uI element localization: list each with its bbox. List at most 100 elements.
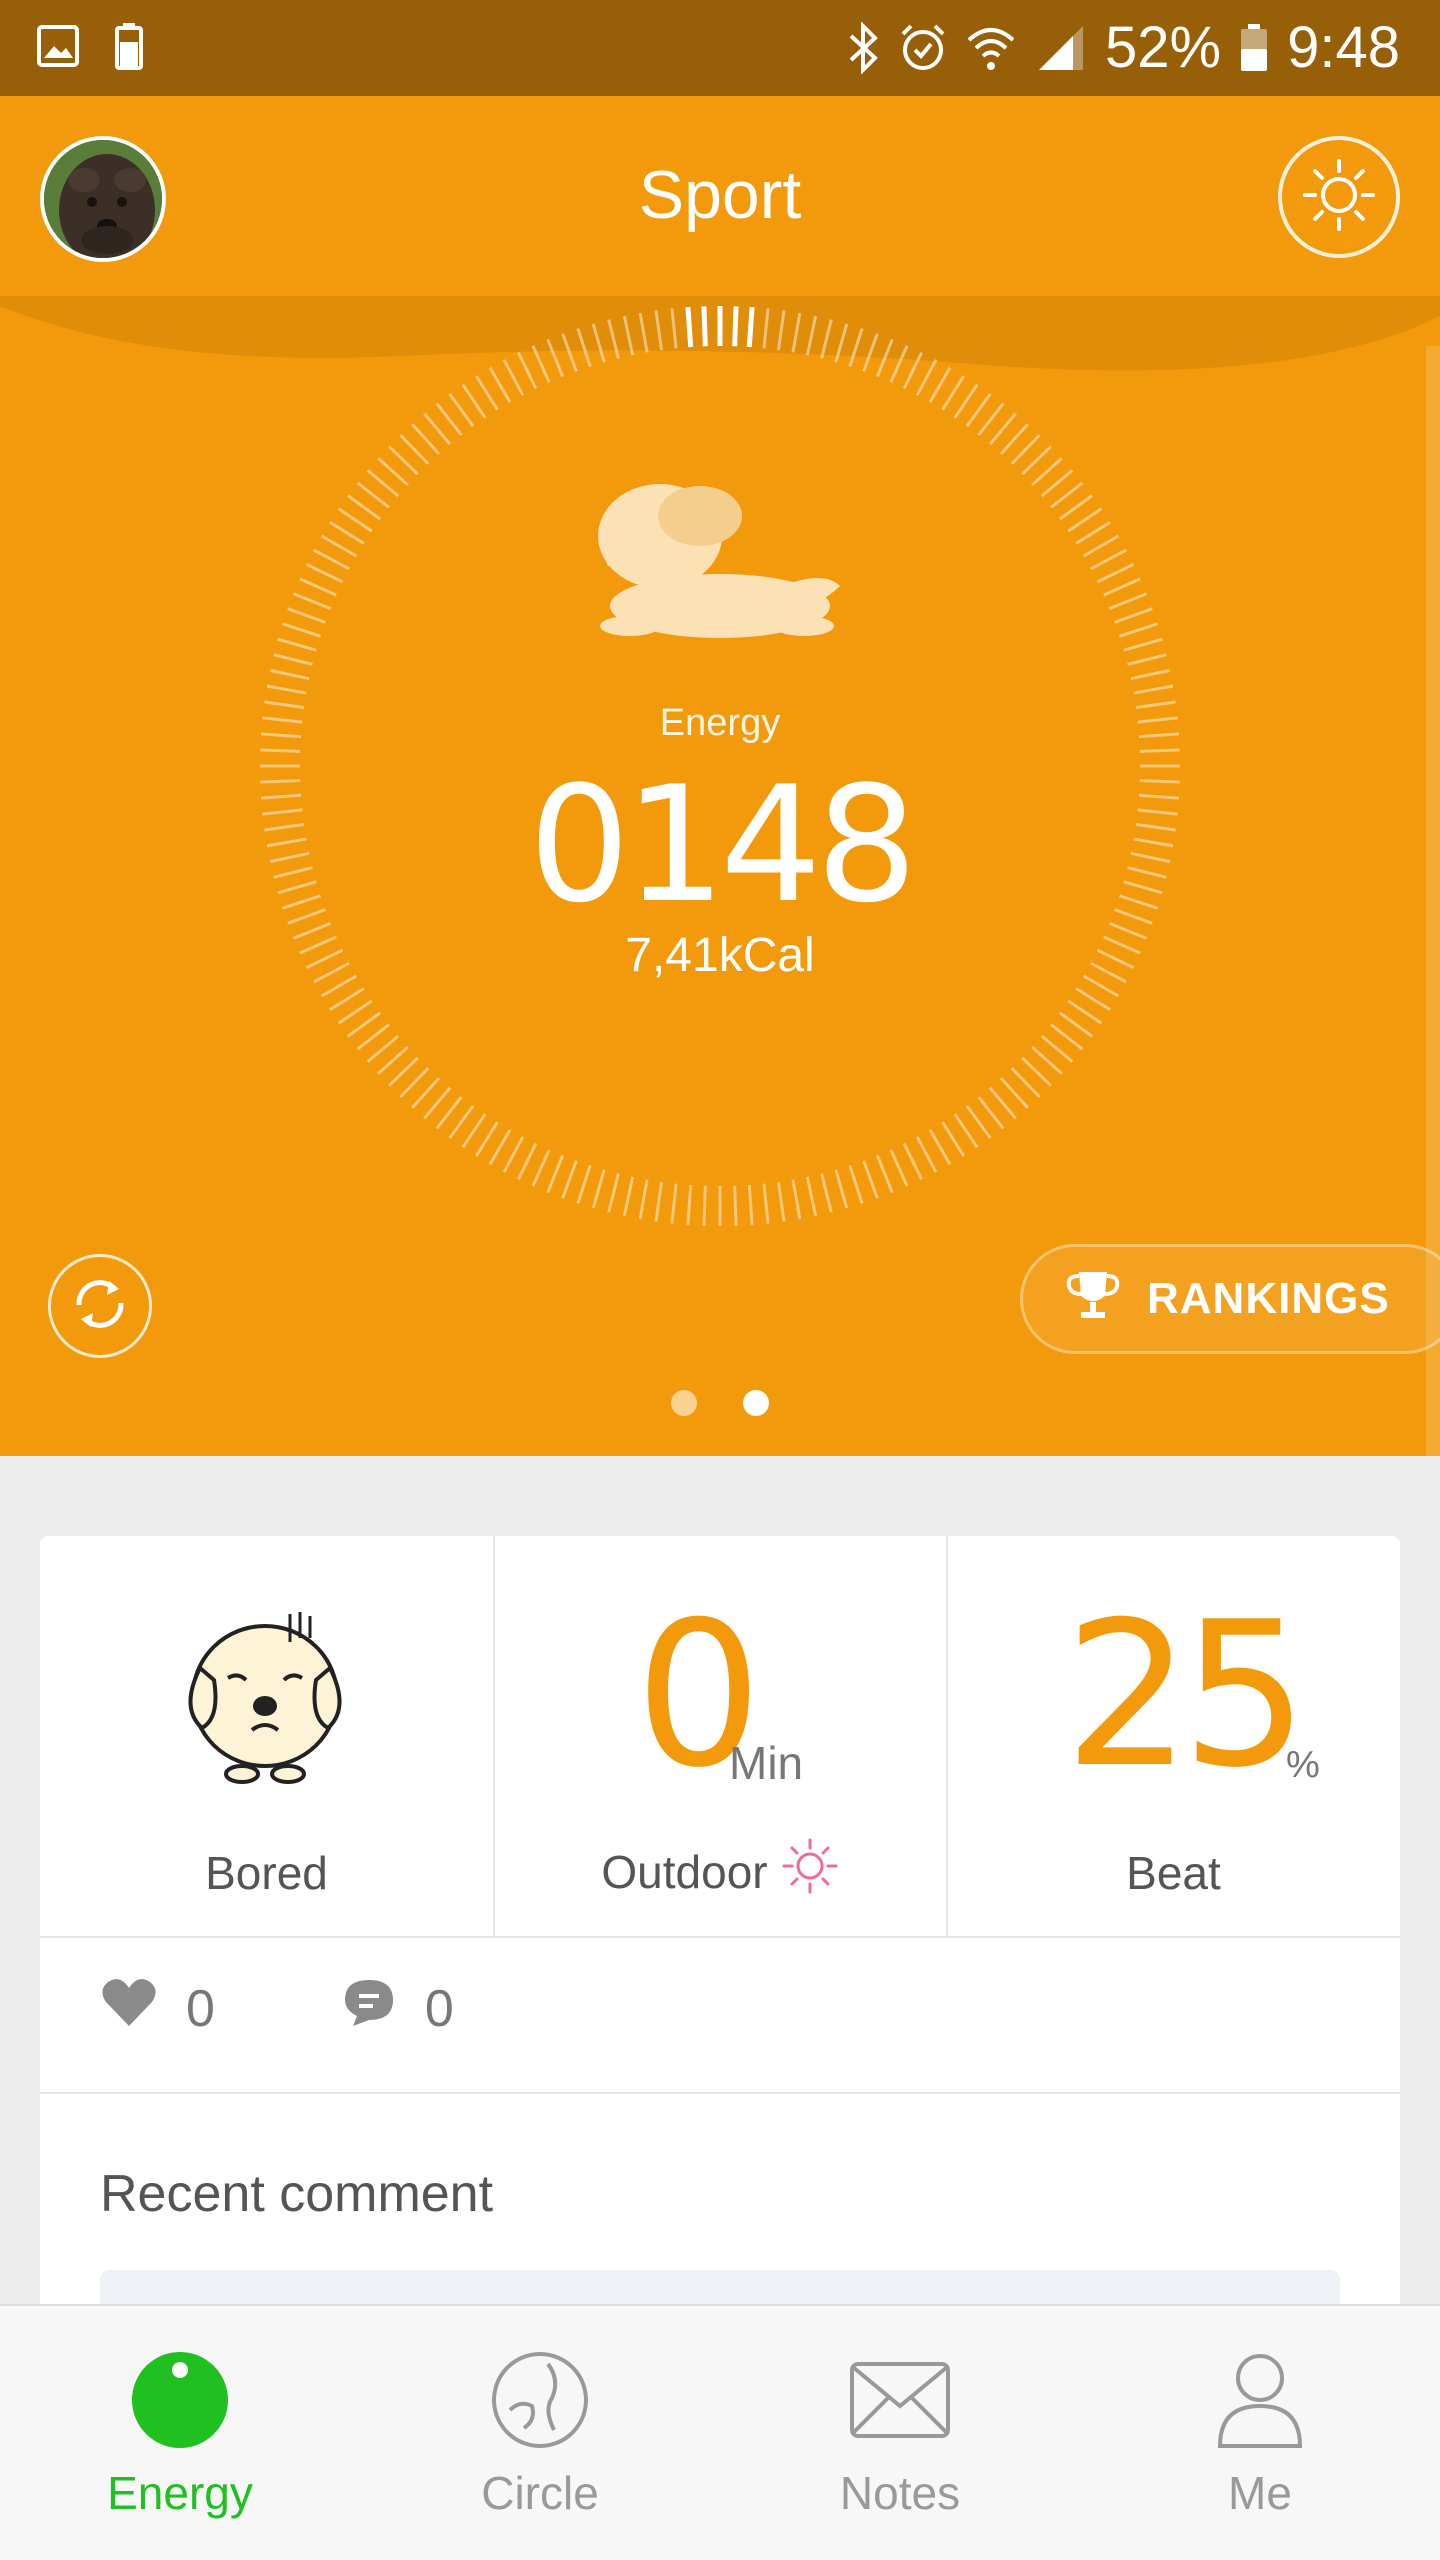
ring-tick — [805, 1176, 818, 1217]
nav-circle[interactable]: Circle — [360, 2306, 720, 2560]
ring-tick — [928, 366, 952, 404]
ring-tick — [977, 1096, 1005, 1130]
ring-tick — [1082, 534, 1120, 558]
ring-tick — [791, 1179, 802, 1220]
ring-tick — [607, 319, 620, 359]
ring-tick — [953, 1113, 979, 1149]
ring-tick — [591, 1169, 606, 1209]
ring-tick — [329, 520, 365, 545]
ring-tick — [889, 345, 909, 383]
bluetooth-icon — [847, 21, 881, 74]
energy-label: Energy — [659, 702, 781, 744]
ring-tick — [1130, 668, 1171, 681]
rankings-button[interactable]: RANKINGS — [1020, 1244, 1440, 1354]
outdoor-stat[interactable]: 0 Min Outdoor — [493, 1536, 946, 1936]
ring-tick — [329, 987, 365, 1012]
comment-icon[interactable] — [341, 1976, 397, 2041]
divider — [40, 1936, 1400, 1938]
ring-tick — [346, 1011, 382, 1038]
divider — [40, 2092, 1400, 2094]
ring-tick — [928, 1128, 952, 1166]
ring-tick — [1058, 494, 1094, 521]
ring-tick — [834, 323, 849, 363]
ring-tick — [488, 366, 512, 404]
ring-tick — [546, 1154, 565, 1194]
ring-tick — [762, 1183, 770, 1224]
ring-tick — [941, 1121, 966, 1157]
energy-value: 0148 — [528, 751, 917, 938]
ring-tick — [1075, 987, 1111, 1012]
ring-tick — [356, 1023, 390, 1051]
ring-tick — [474, 375, 499, 411]
ring-tick — [346, 494, 382, 521]
ring-tick — [287, 607, 326, 624]
ring-tick — [292, 592, 332, 611]
ring-tick — [1108, 592, 1148, 611]
ring-tick — [517, 1142, 538, 1181]
ring-tick — [1114, 607, 1153, 624]
ring-tick — [848, 328, 864, 368]
beat-value: 25 — [1064, 1579, 1308, 1812]
nav-me[interactable]: Me — [1080, 2306, 1440, 2560]
ring-tick — [776, 1181, 786, 1222]
page-title: Sport — [638, 157, 802, 233]
ring-tick — [1127, 653, 1167, 666]
ring-tick — [654, 310, 664, 351]
ring-tick — [435, 1096, 463, 1130]
ring-tick — [337, 999, 373, 1025]
ring-tick — [686, 1184, 693, 1225]
ring-tick — [965, 1104, 992, 1140]
refresh-icon — [65, 1269, 135, 1344]
ring-tick — [862, 1160, 879, 1199]
beat-stat[interactable]: 25 % Beat — [946, 1536, 1399, 1936]
wifi-icon — [965, 22, 1017, 74]
recent-comment-heading: Recent comment — [100, 2165, 494, 2223]
circle-icon — [490, 2350, 590, 2455]
battery-icon — [1239, 23, 1269, 73]
mood-label: Bored — [205, 1847, 328, 1899]
ring-tick — [502, 359, 525, 396]
ring-tick — [941, 375, 966, 411]
heart-icon[interactable] — [100, 1976, 158, 2041]
energy-panel[interactable]: Energy 0148 7,41kCal RANKINGS — [0, 296, 1440, 1456]
ring-tick — [305, 563, 344, 584]
ring-tick — [848, 1164, 864, 1204]
nav-energy[interactable]: Energy — [0, 2306, 360, 2560]
mood-stat[interactable]: Bored — [40, 1536, 493, 1936]
ring-tick — [561, 1160, 578, 1199]
ring-tick — [915, 1136, 938, 1173]
ring-tick — [269, 668, 310, 681]
weather-button[interactable] — [1278, 136, 1400, 258]
outdoor-label: Outdoor — [601, 1845, 768, 1898]
page-dot-active[interactable] — [743, 1390, 769, 1416]
ring-tick — [561, 333, 578, 372]
ring-tick — [1050, 1023, 1084, 1051]
ring-tick — [607, 1173, 620, 1213]
social-row: 0 0 — [100, 1976, 454, 2041]
nav-notes[interactable]: Notes — [720, 2306, 1080, 2560]
ring-tick — [356, 481, 390, 509]
ring-tick — [902, 1142, 923, 1181]
ring-tick — [576, 1164, 592, 1204]
ring-tick — [517, 351, 538, 390]
comments-count: 0 — [424, 1979, 454, 2038]
ring-tick — [654, 1181, 664, 1222]
nav-circle-label: Circle — [481, 2467, 599, 2519]
ring-tick — [1133, 684, 1174, 695]
page-indicator — [0, 1390, 1440, 1416]
ring-tick — [953, 383, 979, 419]
dog-mascot-icon — [590, 476, 850, 661]
ring-tick — [474, 1121, 499, 1157]
refresh-button[interactable] — [48, 1254, 152, 1358]
ring-tick — [313, 548, 350, 571]
status-bar: 52% 9:48 — [0, 0, 1440, 96]
envelope-icon — [848, 2350, 952, 2455]
ring-tick — [1118, 622, 1158, 638]
ring-tick — [531, 345, 551, 383]
page-dot[interactable] — [671, 1390, 697, 1416]
ring-tick — [1050, 481, 1084, 509]
battery-small-icon — [114, 22, 144, 75]
gallery-icon — [36, 24, 80, 73]
ring-tick — [670, 308, 678, 349]
ring-tick — [875, 338, 894, 378]
